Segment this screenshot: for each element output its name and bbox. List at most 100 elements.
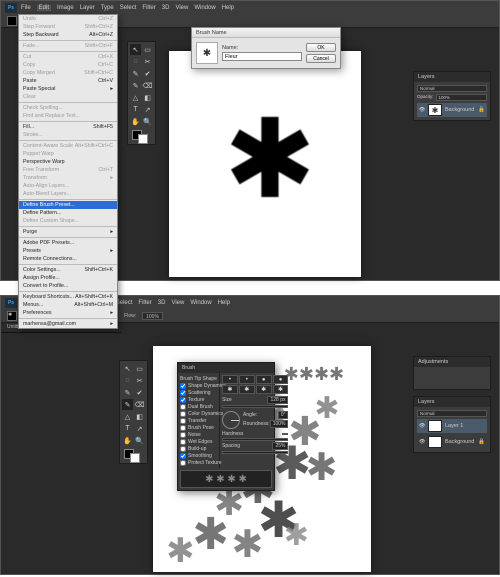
menu-type[interactable]: Type [101,5,114,11]
edit-menu-item[interactable]: Preferences▸ [19,309,117,317]
eraser-tool-icon[interactable]: ⌫ [142,80,153,91]
color-swatches-icon[interactable] [130,128,153,142]
cancel-button[interactable]: Cancel [306,54,336,63]
edit-menu-item[interactable]: Adobe PDF Presets... [19,239,117,247]
brush-tab[interactable]: Brush [178,363,274,373]
brush-section[interactable]: Smoothing [180,452,217,459]
color-swatches-icon[interactable] [122,447,145,461]
edit-menu-item[interactable]: Presets▸ [19,247,117,255]
lasso-tool-icon[interactable]: ◌ [122,375,133,386]
pen-tool-icon[interactable]: ↗ [134,423,145,434]
dodge-tool-icon[interactable]: ◧ [134,411,145,422]
menu-help[interactable]: Help [222,5,234,11]
edit-menu-item[interactable]: Color Settings...Shift+Ctrl+K [19,266,117,274]
ok-button[interactable]: OK [306,43,336,52]
eyedropper-tool-icon[interactable]: ✎ [122,387,133,398]
layers-tab[interactable]: Layers [414,397,490,407]
edit-menu-item[interactable]: Define Pattern... [19,209,117,217]
edit-menu-item[interactable]: PasteCtrl+V [19,77,117,85]
eyedropper-tool-icon[interactable]: ✎ [130,68,141,79]
brush-section[interactable]: Color Dynamics [180,410,217,417]
edit-menu-item[interactable]: Assign Profile... [19,274,117,282]
heal-tool-icon[interactable]: ✔ [134,387,145,398]
brush-section[interactable]: Shape Dynamics [180,382,217,389]
edit-menu-item[interactable]: Perspective Warp [19,158,117,166]
menu-help[interactable]: Help [218,300,230,306]
visibility-icon[interactable]: 👁 [419,439,425,445]
angle-ring[interactable] [222,411,240,429]
edit-menu-item[interactable]: Convert to Profile... [19,282,117,290]
size-value[interactable]: 128 px [267,396,288,404]
hand-tool-icon[interactable]: ✋ [130,116,141,127]
edit-menu-item[interactable]: Paste Special▸ [19,85,117,93]
menu-window[interactable]: Window [194,5,215,11]
move-tool-icon[interactable]: ↖ [122,363,133,374]
edit-menu-item[interactable]: Step BackwardAlt+Ctrl+Z [19,31,117,39]
dodge-tool-icon[interactable]: ◧ [142,92,153,103]
move-tool-icon[interactable]: ↖ [130,44,141,55]
brush-section[interactable]: Dual Brush [180,403,217,410]
brush-section[interactable]: Protect Texture [180,459,217,466]
brush-section[interactable]: Scattering [180,389,217,396]
menu-3d[interactable]: 3D [158,300,166,306]
visibility-icon[interactable]: 👁 [419,107,425,113]
spacing-slider[interactable] [222,451,288,454]
marquee-tool-icon[interactable]: ▭ [142,44,153,55]
layer-1[interactable]: 👁 Layer 1 [417,419,487,433]
type-tool-icon[interactable]: T [130,104,141,115]
edit-menu-item[interactable]: marhensa@gmail.com▸ [19,320,117,328]
tool-preset-icon[interactable] [7,16,17,26]
brush-tips-grid[interactable]: ••●● ✱✱✱✱ [222,375,288,394]
edit-menu-item[interactable]: Purge▸ [19,228,117,236]
menu-filter[interactable]: Filter [138,300,151,306]
menu-file[interactable]: File [21,5,31,11]
menu-3d[interactable]: 3D [162,5,170,11]
marquee-tool-icon[interactable]: ▭ [134,363,145,374]
menu-select[interactable]: Select [116,300,133,306]
heal-tool-icon[interactable]: ✔ [142,68,153,79]
pen-tool-icon[interactable]: ↗ [142,104,153,115]
brush-section[interactable]: Texture [180,396,217,403]
brush-section[interactable]: Build-up [180,445,217,452]
brush-section[interactable]: Brush Tip Shape [180,375,217,382]
layer-background[interactable]: 👁 ✱ Background 🔒 [417,103,487,117]
flow-field[interactable]: 100% [142,312,163,320]
brush-name-input[interactable] [222,52,302,61]
layers-tab[interactable]: Layers [414,72,490,82]
menu-layer[interactable]: Layer [80,5,95,11]
zoom-tool-icon[interactable]: 🔍 [134,435,145,446]
brush-tool-icon[interactable]: ✎ [130,80,141,91]
menu-view[interactable]: View [175,5,188,11]
edit-menu-item[interactable]: Remote Connections... [19,255,117,263]
brush-section[interactable]: Transfer [180,417,217,424]
gradient-tool-icon[interactable]: △ [122,411,133,422]
gradient-tool-icon[interactable]: △ [130,92,141,103]
brush-section[interactable]: Brush Pose [180,424,217,431]
menu-edit[interactable]: Edit [37,5,51,11]
visibility-icon[interactable]: 👁 [419,423,425,429]
brush-tool-icon[interactable]: ✎ [122,399,133,410]
edit-menu-item[interactable]: Define Brush Preset... [19,201,117,209]
brush-section[interactable]: Wet Edges [180,438,217,445]
menu-window[interactable]: Window [190,300,211,306]
layer-background[interactable]: 👁 Background 🔒 [417,435,487,449]
edit-menu-item[interactable]: Menus...Alt+Shift+Ctrl+M [19,301,117,309]
hardness-slider[interactable] [222,438,288,441]
edit-menu-item[interactable]: Keyboard Shortcuts...Alt+Shift+Ctrl+K [19,293,117,301]
blend-mode-select[interactable]: Normal [417,85,487,92]
menu-select[interactable]: Select [120,5,137,11]
edit-menu-item[interactable]: Fill...Shift+F5 [19,123,117,131]
menu-view[interactable]: View [171,300,184,306]
size-slider[interactable] [222,405,288,408]
zoom-tool-icon[interactable]: 🔍 [142,116,153,127]
document-canvas[interactable]: ✱ [169,51,361,277]
menu-image[interactable]: Image [57,5,74,11]
crop-tool-icon[interactable]: ✂ [142,56,153,67]
type-tool-icon[interactable]: T [122,423,133,434]
hand-tool-icon[interactable]: ✋ [122,435,133,446]
brush-section[interactable]: Noise [180,431,217,438]
eraser-tool-icon[interactable]: ⌫ [134,399,145,410]
brush-preset-icon[interactable]: ✱ [7,311,17,321]
crop-tool-icon[interactable]: ✂ [134,375,145,386]
lasso-tool-icon[interactable]: ◌ [130,56,141,67]
